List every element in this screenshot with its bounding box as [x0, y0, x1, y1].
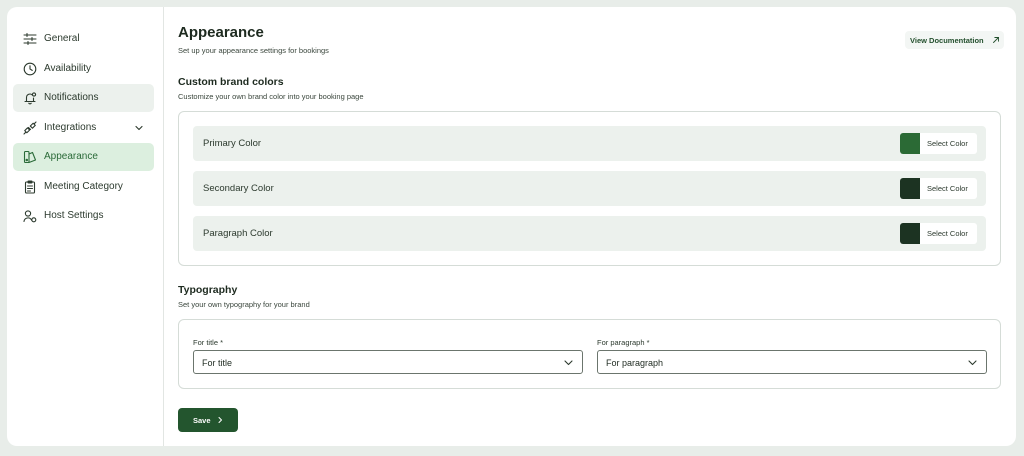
paragraph-color-row: Paragraph Color Select Color — [193, 216, 986, 251]
color-swatch — [900, 133, 920, 154]
sidebar-item-availability[interactable]: Availability — [13, 55, 154, 83]
brand-colors-subtitle: Customize your own brand color into your… — [178, 92, 364, 101]
paragraph-font-label: For paragraph * — [597, 338, 650, 347]
sidebar-item-label: Availability — [44, 63, 92, 74]
sidebar-item-host-settings[interactable]: Host Settings — [13, 202, 154, 230]
user-settings-icon — [23, 209, 37, 223]
bell-icon — [23, 91, 37, 105]
typography-card: For title * For title For paragraph * Fo… — [178, 319, 1001, 389]
page-title: Appearance — [178, 24, 264, 41]
sidebar-item-label: Meeting Category — [44, 181, 123, 192]
chevron-down-icon — [967, 357, 978, 368]
sidebar-item-label: Appearance — [44, 151, 98, 162]
main-content: Appearance Set up your appearance settin… — [178, 7, 1008, 446]
view-documentation-link[interactable]: View Documentation — [905, 31, 1004, 49]
color-swatch — [900, 223, 920, 244]
select-color-label: Select Color — [927, 184, 968, 193]
sidebar-item-notifications[interactable]: Notifications — [13, 84, 154, 112]
sidebar-item-label: Integrations — [44, 122, 97, 133]
title-font-label: For title * — [193, 338, 224, 347]
save-label: Save — [193, 416, 211, 425]
clipboard-icon — [23, 180, 37, 194]
sidebar-item-integrations[interactable]: Integrations — [13, 114, 154, 142]
primary-color-row: Primary Color Select Color — [193, 126, 986, 161]
color-swatch — [900, 178, 920, 199]
paragraph-font-select[interactable]: For paragraph — [597, 350, 987, 374]
brand-colors-card: Primary Color Select Color Secondary Col… — [178, 111, 1001, 266]
chevron-down-icon[interactable] — [133, 122, 145, 134]
sidebar: General Availability Notifications Integ… — [7, 7, 164, 446]
page-subtitle: Set up your appearance settings for book… — [178, 46, 329, 55]
sidebar-item-appearance[interactable]: Appearance — [13, 143, 154, 171]
secondary-color-select-button[interactable]: Select Color — [900, 178, 977, 199]
secondary-color-row: Secondary Color Select Color — [193, 171, 986, 206]
paragraph-color-select-button[interactable]: Select Color — [900, 223, 977, 244]
palette-icon — [23, 150, 37, 164]
primary-color-label: Primary Color — [203, 138, 262, 149]
primary-color-select-button[interactable]: Select Color — [900, 133, 977, 154]
sidebar-item-label: Notifications — [44, 92, 99, 103]
sliders-icon — [23, 32, 37, 46]
select-color-label: Select Color — [927, 139, 968, 148]
save-button[interactable]: Save — [178, 408, 238, 432]
sidebar-item-meeting-category[interactable]: Meeting Category — [13, 173, 154, 201]
app-panel: General Availability Notifications Integ… — [7, 7, 1016, 446]
chevron-down-icon — [563, 357, 574, 368]
sidebar-item-label: General — [44, 33, 80, 44]
doc-link-label: View Documentation — [910, 35, 984, 45]
paragraph-font-value: For paragraph — [606, 358, 664, 368]
clock-icon — [23, 62, 37, 76]
title-font-select[interactable]: For title — [193, 350, 583, 374]
sidebar-item-label: Host Settings — [44, 210, 104, 221]
brand-colors-title: Custom brand colors — [178, 76, 284, 88]
secondary-color-label: Secondary Color — [203, 183, 274, 194]
sidebar-item-general[interactable]: General — [13, 25, 154, 53]
chevron-right-icon — [216, 416, 224, 424]
typography-title: Typography — [178, 284, 238, 296]
paragraph-color-label: Paragraph Color — [203, 228, 273, 239]
external-link-icon — [992, 36, 1000, 44]
plug-icon — [23, 121, 37, 135]
typography-subtitle: Set your own typography for your brand — [178, 300, 310, 309]
title-font-value: For title — [202, 358, 233, 368]
select-color-label: Select Color — [927, 229, 968, 238]
